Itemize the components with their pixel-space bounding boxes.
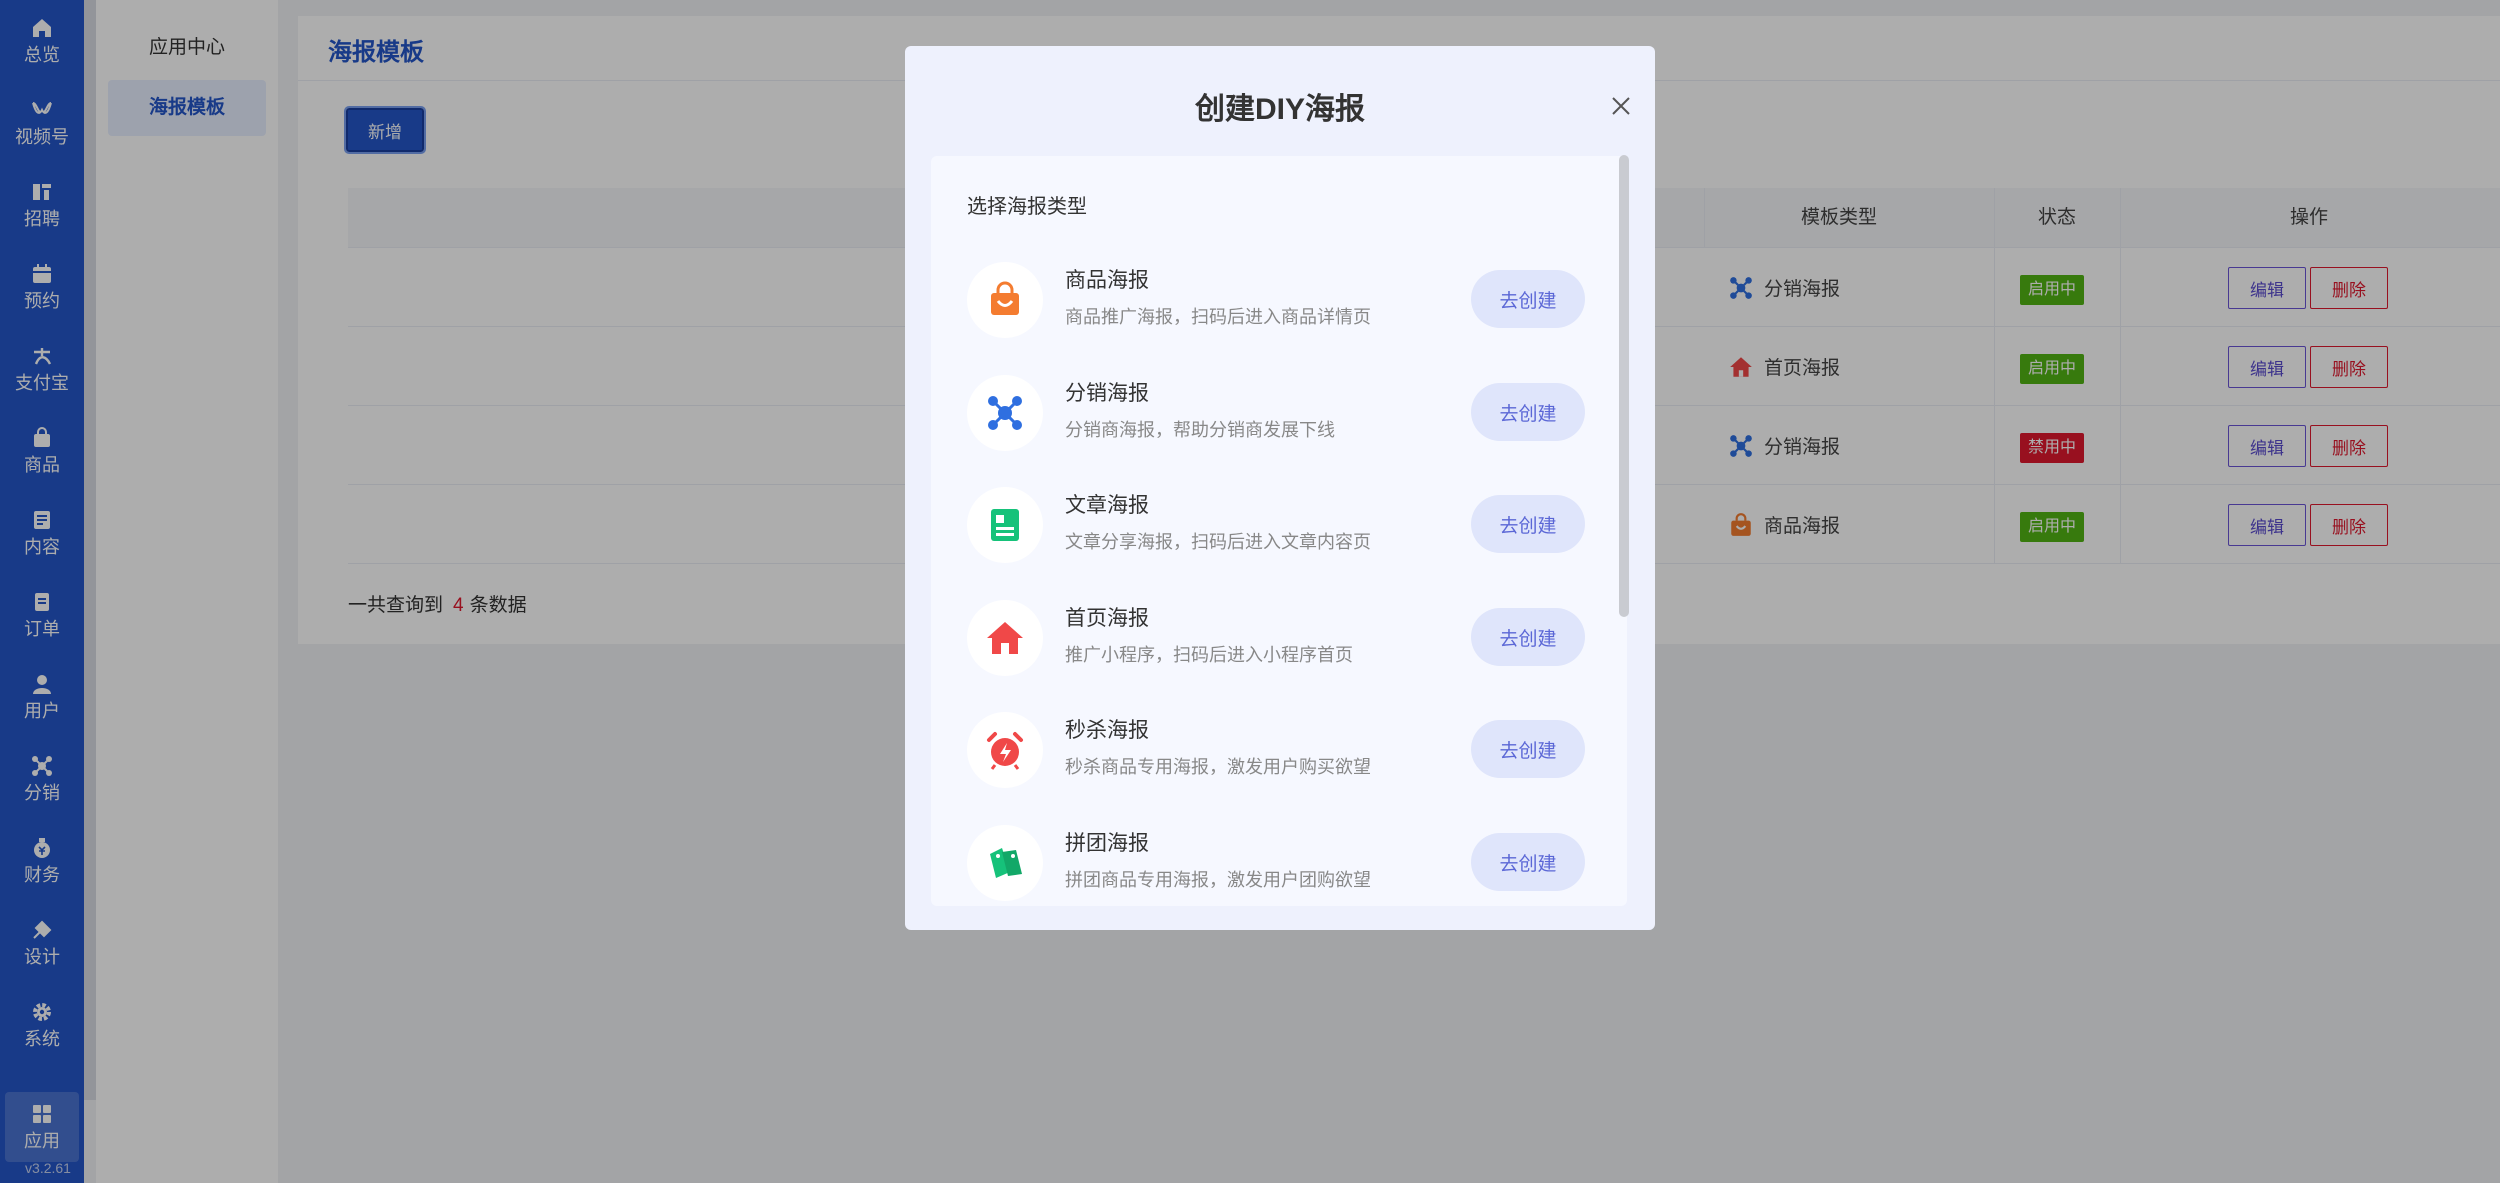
poster-type-desc: 拼团商品专用海报，激发用户团购欲望 [1065, 870, 1371, 890]
create-button[interactable]: 去创建 [1471, 495, 1585, 553]
poster-type-desc: 推广小程序，扫码后进入小程序首页 [1065, 645, 1353, 665]
create-button[interactable]: 去创建 [1471, 270, 1585, 328]
poster-type-desc: 秒杀商品专用海报，激发用户购买欲望 [1065, 757, 1371, 777]
poster-type-item: 商品海报 商品推广海报，扫码后进入商品详情页 去创建 [967, 256, 1587, 356]
poster-type-item: 分销海报 分销商海报，帮助分销商发展下线 去创建 [967, 369, 1587, 469]
poster-type-item: 秒杀海报 秒杀商品专用海报，激发用户购买欲望 去创建 [967, 706, 1587, 806]
create-poster-dialog: 创建DIY海报 选择海报类型 商品海报 商品推广海报，扫码后进入商品详情页 去创… [905, 46, 1655, 930]
alarm-clock-icon [987, 732, 1023, 770]
create-button[interactable]: 去创建 [1471, 608, 1585, 666]
group-tags-icon [990, 848, 1022, 878]
poster-type-item: 首页海报 推广小程序，扫码后进入小程序首页 去创建 [967, 594, 1587, 694]
section-label: 选择海报类型 [967, 196, 1087, 218]
distribution-network-icon [988, 396, 1022, 430]
home-red-icon [987, 622, 1023, 654]
poster-type-item: 拼团海报 拼团商品专用海报，激发用户团购欲望 去创建 [967, 819, 1587, 906]
dialog-scrollbar[interactable] [1619, 155, 1629, 617]
create-button[interactable]: 去创建 [1471, 833, 1585, 891]
poster-type-name: 拼团海报 [1065, 832, 1149, 855]
close-icon [1612, 97, 1630, 115]
poster-type-list: 选择海报类型 商品海报 商品推广海报，扫码后进入商品详情页 去创建 分销海报 分… [931, 156, 1627, 906]
poster-type-name: 商品海报 [1065, 269, 1149, 292]
poster-type-name: 秒杀海报 [1065, 719, 1149, 742]
poster-type-item: 文章海报 文章分享海报，扫码后进入文章内容页 去创建 [967, 481, 1587, 581]
poster-type-name: 首页海报 [1065, 607, 1149, 630]
poster-type-desc: 分销商海报，帮助分销商发展下线 [1065, 420, 1335, 440]
create-button[interactable]: 去创建 [1471, 720, 1585, 778]
poster-type-name: 分销海报 [1065, 382, 1149, 405]
close-button[interactable] [1603, 88, 1639, 124]
create-button[interactable]: 去创建 [1471, 383, 1585, 441]
dialog-title: 创建DIY海报 [1194, 93, 1365, 126]
shopping-bag-icon [991, 281, 1019, 315]
poster-type-desc: 文章分享海报，扫码后进入文章内容页 [1065, 532, 1371, 552]
article-icon [991, 509, 1019, 541]
poster-type-name: 文章海报 [1065, 494, 1149, 517]
poster-type-desc: 商品推广海报，扫码后进入商品详情页 [1065, 307, 1371, 327]
